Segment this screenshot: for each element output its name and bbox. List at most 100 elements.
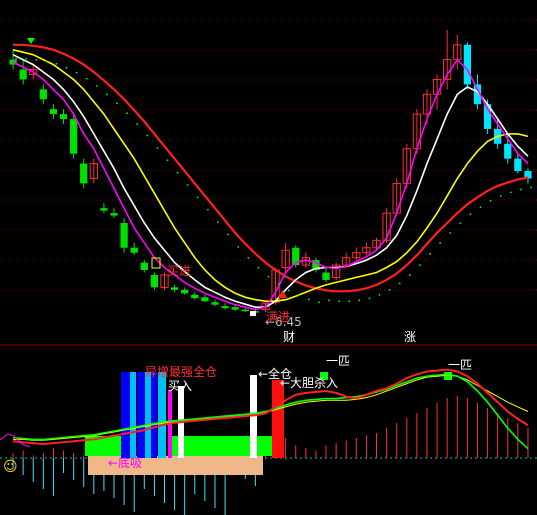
trend-dot — [136, 123, 139, 126]
trend-dot — [429, 252, 431, 255]
trend-dot — [196, 196, 199, 199]
trend-dot — [106, 93, 108, 96]
trend-dot — [419, 264, 421, 267]
trend-dot — [186, 184, 189, 186]
candle-body — [322, 272, 330, 280]
candle-body — [120, 223, 128, 248]
trend-dot — [287, 289, 290, 292]
candle-body — [80, 163, 88, 184]
top-down-marker — [27, 38, 35, 44]
trend-dot — [166, 159, 169, 162]
trend-dot — [348, 300, 351, 303]
bottom-marker — [250, 311, 256, 316]
candle-body — [211, 302, 219, 305]
candle-body — [241, 309, 249, 312]
candle-body — [49, 109, 58, 115]
trend-dot — [257, 266, 260, 269]
trend-dot — [85, 77, 88, 80]
candle-body — [130, 247, 138, 253]
blue-volume-bar — [137, 372, 145, 458]
trend-dot — [307, 298, 310, 301]
trend-dot — [449, 232, 452, 234]
stock-chart: ←6.45 买进 满进 财 涨 异增最强全仓 买入 ←全仓 ←大胆杀入 一匹 一… — [0, 19, 537, 515]
trend-dot — [126, 112, 129, 115]
first-a-label: 一匹 — [326, 354, 350, 368]
candle-body — [100, 208, 108, 211]
candle-body — [201, 297, 209, 302]
trend-dot — [489, 199, 492, 202]
trend-dot — [237, 246, 240, 248]
blue-volume-bar — [158, 372, 166, 458]
bold-pull-label: ←大胆杀入 — [280, 375, 338, 390]
dotted-trend-line — [15, 57, 532, 304]
candle-body — [150, 274, 159, 288]
candle-body — [69, 119, 78, 154]
trend-dot — [35, 58, 38, 61]
trend-dot — [207, 208, 209, 211]
cai-badge: 财 — [283, 330, 295, 344]
trend-dot — [378, 293, 381, 296]
trend-dot — [75, 71, 78, 74]
trend-dot — [156, 147, 159, 149]
green-block-right — [168, 436, 276, 456]
candle-body — [110, 213, 118, 216]
trend-dot — [116, 102, 118, 105]
blue-volume-bar — [145, 372, 151, 458]
trend-dot — [15, 57, 17, 60]
candle-body — [140, 262, 148, 271]
trend-dot — [65, 66, 68, 69]
trend-dot — [176, 171, 179, 174]
candlestick-series — [9, 29, 532, 315]
trend-dot — [368, 297, 371, 300]
trend-dot — [459, 222, 462, 225]
indicator-yellow-line — [13, 374, 529, 441]
trend-dot — [297, 294, 300, 297]
trend-dot — [469, 213, 472, 216]
trend-dot — [398, 282, 401, 285]
candle-body — [170, 287, 179, 290]
trend-dot — [247, 256, 250, 259]
candle-body — [221, 306, 229, 309]
smiley-icon: ☺ — [3, 459, 18, 475]
candle-body — [19, 69, 27, 80]
left-notes-label: 异增最强全仓 — [145, 364, 217, 379]
ma-white-line — [12, 53, 529, 308]
trend-dot — [227, 233, 229, 236]
buy-signal-label: 买进 — [167, 264, 191, 278]
trend-dot — [338, 300, 341, 303]
indicator-panel — [0, 368, 537, 515]
trend-dot — [439, 242, 442, 244]
trend-dot — [45, 60, 48, 63]
candle-body — [463, 44, 472, 85]
trend-dot — [328, 299, 330, 302]
blue-volume-bar — [121, 372, 130, 458]
trend-dot — [277, 283, 280, 285]
trend-dot — [267, 275, 270, 278]
trend-dot — [388, 289, 391, 291]
red-bar — [272, 380, 284, 458]
zhang-badge: 涨 — [404, 329, 416, 344]
trend-dot — [318, 301, 320, 304]
candle-body — [514, 158, 522, 172]
trend-dot — [519, 188, 522, 191]
trend-dot — [146, 134, 149, 137]
candle-body — [59, 114, 68, 120]
trend-dot — [479, 206, 482, 209]
fill-signal-label: 满进 — [266, 310, 290, 324]
buy-label: 买入 — [168, 379, 192, 393]
candle-body — [191, 294, 199, 299]
candle-body — [231, 307, 239, 310]
trend-dot — [25, 57, 28, 60]
first-b-label: 一匹 — [448, 358, 472, 372]
candle-body — [181, 289, 189, 294]
candle-body — [504, 143, 512, 159]
trend-dot — [499, 194, 502, 197]
blue-volume-bar — [151, 372, 157, 458]
trend-dot — [358, 299, 361, 302]
trend-dot — [509, 191, 512, 194]
candle-body — [39, 89, 47, 100]
blue-volume-bar — [130, 372, 136, 458]
trend-dot — [408, 274, 411, 276]
trend-dot — [530, 186, 532, 189]
bottom-suck-label: ←底吸 — [108, 455, 142, 470]
